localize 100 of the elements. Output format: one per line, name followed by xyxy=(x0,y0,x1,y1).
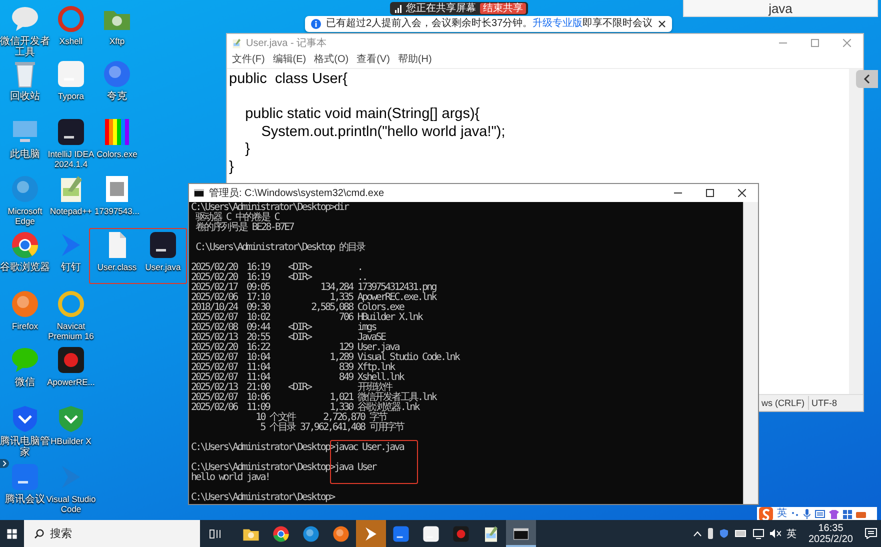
console-line: 2025/02/07 10:06 1,021 微信开发者工具.lnk xyxy=(191,392,436,403)
icon-label: 17397543... xyxy=(94,206,140,216)
tile-icon[interactable] xyxy=(10,462,40,492)
upgrade-link[interactable]: 升级专业版 xyxy=(532,18,583,29)
record-icon xyxy=(452,524,470,542)
menu-item[interactable]: 编辑(E) xyxy=(272,52,308,66)
search-placeholder: 搜索 xyxy=(50,526,72,541)
icon-label: 回收站 xyxy=(9,91,41,102)
taskbar-button[interactable] xyxy=(506,520,536,547)
menu-item[interactable]: 格式(O) xyxy=(313,52,350,66)
menu-item[interactable]: 帮助(H) xyxy=(396,52,433,66)
tile-icon[interactable] xyxy=(148,230,178,260)
icon-label: IntelliJ IDEA 2024.1.4 xyxy=(46,149,96,169)
text-editor[interactable]: public class User{ public static void main(String[] args){ System.out.println("hello world java!"); } } xyxy=(227,69,508,178)
terminal-icon xyxy=(193,187,205,199)
task-view-icon xyxy=(209,528,221,540)
keyboard-icon[interactable] xyxy=(815,510,825,518)
status-text: UTF-8 xyxy=(808,396,863,410)
date: 2025/2/20 xyxy=(808,534,853,544)
scrollbar[interactable] xyxy=(743,202,758,504)
shield-icon[interactable] xyxy=(56,404,86,434)
rainbow-icon[interactable] xyxy=(102,117,132,147)
toolbox-icon[interactable] xyxy=(856,510,866,518)
time: 16:35 xyxy=(818,522,844,534)
console-line: 2025/02/20 16:19 <DIR> .. xyxy=(191,272,367,283)
icon-label: 腾讯电脑管家 xyxy=(0,436,51,458)
shield-icon[interactable] xyxy=(10,404,40,434)
maximize-icon[interactable] xyxy=(706,189,714,197)
console-line: hello world java! xyxy=(191,472,270,483)
icon-label: Visual Studio Code xyxy=(45,494,97,514)
console-line: 2025/02/13 20:55 <DIR> JavaSE xyxy=(191,332,386,343)
console-line: 2025/02/07 10:02 706 HBuilder X.lnk xyxy=(191,312,422,323)
signal-bars-icon xyxy=(395,4,402,12)
muted-speaker-icon[interactable] xyxy=(770,529,780,538)
microphone-icon[interactable] xyxy=(803,509,811,519)
console-line: 5 个目录 37,962,641,408 可用字节 xyxy=(259,422,404,433)
panel-text: java xyxy=(768,2,792,16)
shirt-icon[interactable] xyxy=(829,510,839,518)
side-tab[interactable] xyxy=(0,459,9,468)
notification-icon[interactable] xyxy=(865,528,877,539)
input-mode[interactable]: 英 xyxy=(786,526,796,540)
menu-item[interactable]: 文件(F) xyxy=(231,52,266,66)
browser-icon xyxy=(272,524,290,542)
console-line: C:\Users\Administrator\Desktop 的目录 xyxy=(194,242,365,253)
notepad-icon xyxy=(231,38,242,48)
icon-label: Xshell xyxy=(58,36,84,46)
grid-icon[interactable] xyxy=(843,510,852,518)
icon-label: 微信开发者工具 xyxy=(0,36,51,58)
search-icon xyxy=(34,528,44,538)
icon-label: User.java xyxy=(144,262,182,272)
pen-icon[interactable] xyxy=(708,528,712,539)
console-line: 2025/02/07 10:04 1,289 Visual Studio Code.lnk xyxy=(191,352,459,363)
chevron-left-icon xyxy=(863,74,871,84)
network-icon[interactable] xyxy=(752,528,764,538)
console-line: 2025/02/13 21:00 <DIR> 开班软件 xyxy=(191,382,392,393)
console-line: C:\Users\Administrator\Desktop>dir xyxy=(191,202,348,213)
console-line: C:\Users\Administrator\Desktop> xyxy=(191,492,334,503)
ime-logo-icon[interactable] xyxy=(759,507,773,521)
chevron-up-icon[interactable] xyxy=(692,530,702,536)
tile-icon[interactable] xyxy=(56,117,86,147)
side-tab[interactable] xyxy=(856,70,878,88)
icon-label: User.class xyxy=(96,262,138,272)
icon-label: Firefox xyxy=(11,321,39,331)
icon-label: Microsoft Edge xyxy=(6,206,44,226)
console-line: 2025/02/07 11:04 849 Xshell.lnk xyxy=(191,372,404,383)
console-line: 2025/02/08 09:44 <DIR> imgs xyxy=(191,322,376,333)
tile-icon xyxy=(422,524,440,542)
window-title: 管理员: C:\Windows\system32\cmd.exe xyxy=(209,187,384,200)
browser-icon[interactable] xyxy=(10,230,40,260)
console-line: 2025/02/07 11:04 839 Xftp.lnk xyxy=(191,362,394,373)
console-line: 2025/02/06 11:09 1,330 谷歌浏览器.lnk xyxy=(191,402,419,413)
icon-label: Typora xyxy=(57,91,85,101)
window-title: User.java - 记事本 xyxy=(246,36,327,50)
icon-label: ApowerRE... xyxy=(46,377,96,387)
input-mode[interactable]: 英 xyxy=(777,508,787,520)
info-icon xyxy=(311,19,321,29)
scrollbar[interactable] xyxy=(849,69,863,394)
console-line: 2025/02/20 16:19 <DIR> . xyxy=(191,262,362,273)
console-line: 10 个文件 2,726,870 字节 xyxy=(254,412,386,423)
close-icon[interactable] xyxy=(738,189,746,197)
console-line: 驱动器 C 中的卷是 C xyxy=(196,212,279,223)
shield-icon[interactable] xyxy=(718,528,728,539)
search-field[interactable]: 搜索 xyxy=(24,520,200,547)
icon-label: Navicat Premium 16 xyxy=(47,321,95,341)
record-icon[interactable] xyxy=(56,345,86,375)
menu-item[interactable]: 查看(V) xyxy=(356,52,391,66)
icon-label: HBuilder X xyxy=(50,436,92,446)
dots-icon[interactable] xyxy=(791,510,799,518)
circle-icon xyxy=(332,524,350,542)
console-line: 2025/02/17 09:05 134,284 1739754312431.png xyxy=(191,282,436,293)
console-line: 卷的序列号是 BE28-B7E7 xyxy=(194,222,294,233)
tile-icon[interactable] xyxy=(56,59,86,89)
battery-icon[interactable] xyxy=(734,530,746,537)
stop-sharing-button[interactable]: 结束共享 xyxy=(480,3,526,14)
circle-icon xyxy=(302,524,320,542)
close-icon[interactable] xyxy=(658,20,666,28)
clock[interactable]: 16:35 2025/2/20 xyxy=(808,522,853,544)
console-line: 2025/02/20 16:22 129 User.java xyxy=(191,342,399,353)
icon-label: Xftp xyxy=(108,36,126,46)
console-line: 2025/02/06 17:10 1,335 ApowerREC.exe.lnk xyxy=(191,292,436,303)
